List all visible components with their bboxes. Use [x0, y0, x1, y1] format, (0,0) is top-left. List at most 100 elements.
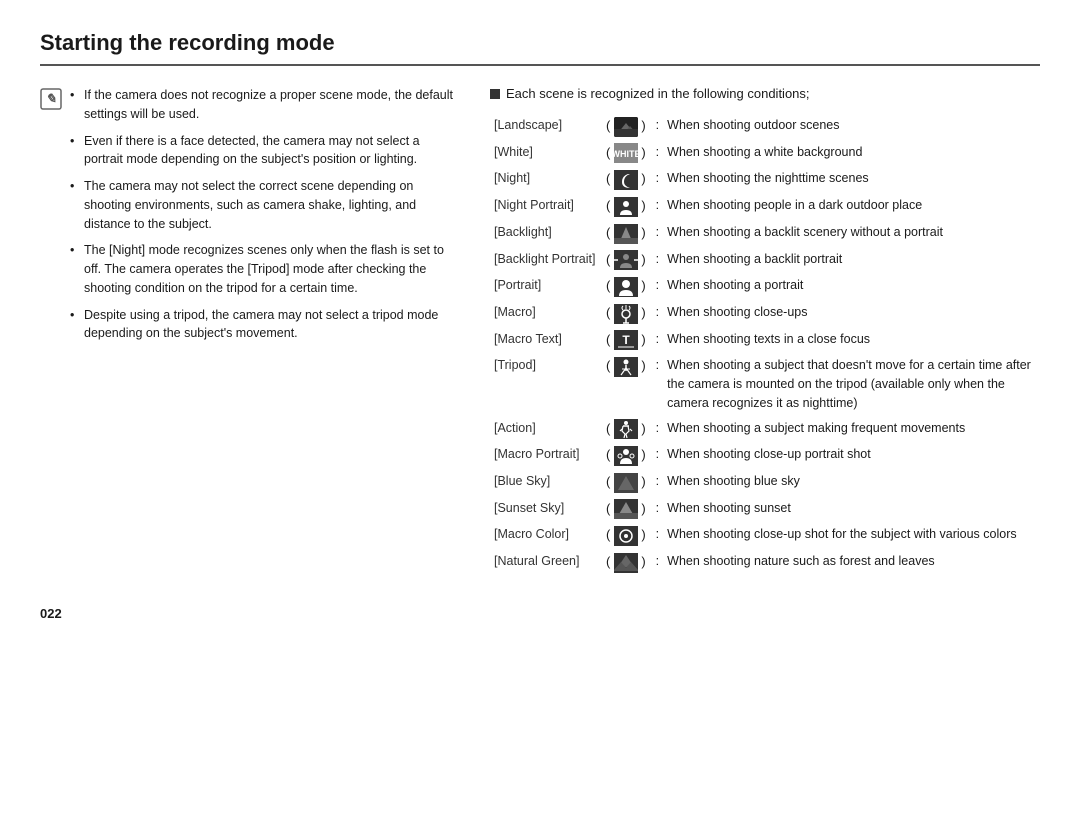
scene-label: [Macro Portrait] — [490, 442, 600, 469]
scene-desc: When shooting sunset — [663, 496, 1040, 523]
macro-portrait-icon — [614, 446, 638, 466]
colon: : — [652, 496, 663, 523]
scene-label: [Action] — [490, 416, 600, 443]
night-portrait-icon — [614, 197, 638, 217]
colon: : — [652, 353, 663, 415]
scene-desc: When shooting the nighttime scenes — [663, 166, 1040, 193]
note-item: The camera may not select the correct sc… — [70, 177, 460, 233]
macro-color-icon — [614, 526, 638, 546]
colon: : — [652, 140, 663, 167]
scene-label: [White] — [490, 140, 600, 167]
scene-row-blue-sky: [Blue Sky] ( ) : When shooting blue sky — [490, 469, 1040, 496]
sunset-sky-icon — [614, 499, 638, 519]
section-header: Each scene is recognized in the followin… — [490, 86, 1040, 101]
scene-row-backlight-portrait: [Backlight Portrait] ( ) : When shooting… — [490, 247, 1040, 274]
scene-desc: When shooting blue sky — [663, 469, 1040, 496]
backlight-portrait-icon — [614, 250, 638, 270]
note-item: The [Night] mode recognizes scenes only … — [70, 241, 460, 297]
section-marker — [490, 89, 500, 99]
scene-icon-cell: ( ) — [600, 166, 652, 193]
scene-label: [Macro Color] — [490, 522, 600, 549]
colon: : — [652, 166, 663, 193]
natural-green-icon — [614, 553, 638, 573]
scene-row-tripod: [Tripod] ( ) : When shooting a subject t… — [490, 353, 1040, 415]
colon: : — [652, 442, 663, 469]
scene-row-macro-portrait: [Macro Portrait] ( ) : When shooting clo… — [490, 442, 1040, 469]
scene-icon-cell: ( ) — [600, 469, 652, 496]
scene-label: [Portrait] — [490, 273, 600, 300]
colon: : — [652, 522, 663, 549]
scene-icon-cell: ( ) — [600, 442, 652, 469]
scene-row-macro-text: [Macro Text] ( T ) : When shooting texts… — [490, 327, 1040, 354]
scene-label: [Sunset Sky] — [490, 496, 600, 523]
scene-row-backlight: [Backlight] ( ) : When shooting a backli… — [490, 220, 1040, 247]
scene-row-portrait: [Portrait] ( ) : When shooting a portrai… — [490, 273, 1040, 300]
scene-icon-cell: ( T ) — [600, 327, 652, 354]
notes-list: If the camera does not recognize a prope… — [70, 86, 460, 351]
scene-icon-cell: ( ) — [600, 220, 652, 247]
scene-label: [Backlight Portrait] — [490, 247, 600, 274]
action-icon — [614, 419, 638, 439]
scene-desc: When shooting texts in a close focus — [663, 327, 1040, 354]
scene-icon-cell: ( ) — [600, 273, 652, 300]
scene-desc: When shooting a subject making frequent … — [663, 416, 1040, 443]
colon: : — [652, 469, 663, 496]
portrait-icon — [614, 277, 638, 297]
scene-table: [Landscape] ( ) : When shooting outdoor … — [490, 113, 1040, 576]
scene-desc: When shooting a white background — [663, 140, 1040, 167]
note-item: Despite using a tripod, the camera may n… — [70, 306, 460, 344]
macro-text-icon: T — [614, 330, 638, 350]
scene-row-landscape: [Landscape] ( ) : When shooting outdoor … — [490, 113, 1040, 140]
scene-label: [Macro] — [490, 300, 600, 327]
colon: : — [652, 113, 663, 140]
night-icon — [614, 170, 638, 190]
scene-icon-cell: ( ) — [600, 522, 652, 549]
scene-desc: When shooting a backlit portrait — [663, 247, 1040, 274]
colon: : — [652, 220, 663, 247]
colon: : — [652, 193, 663, 220]
scene-label: [Backlight] — [490, 220, 600, 247]
scene-desc: When shooting close-up shot for the subj… — [663, 522, 1040, 549]
blue-sky-icon — [614, 473, 638, 493]
scene-label: [Macro Text] — [490, 327, 600, 354]
scene-icon-cell: ( ) — [600, 496, 652, 523]
scene-desc: When shooting close-up portrait shot — [663, 442, 1040, 469]
page-number: 022 — [40, 606, 1040, 621]
scene-icon-cell: ( WHITE ) — [600, 140, 652, 167]
colon: : — [652, 273, 663, 300]
scene-label: [Blue Sky] — [490, 469, 600, 496]
note-item: If the camera does not recognize a prope… — [70, 86, 460, 124]
scene-icon-cell: ( ) — [600, 353, 652, 415]
scene-label: [Night Portrait] — [490, 193, 600, 220]
white-icon: WHITE — [614, 143, 638, 163]
colon: : — [652, 327, 663, 354]
svg-text:WHITE: WHITE — [614, 149, 638, 159]
scene-icon-cell: ( ) — [600, 300, 652, 327]
page-title: Starting the recording mode — [40, 30, 1040, 66]
scene-icon-cell: ( ) — [600, 549, 652, 576]
landscape-icon — [614, 117, 638, 137]
scene-desc: When shooting a backlit scenery without … — [663, 220, 1040, 247]
scene-icon-cell: ( ) — [600, 193, 652, 220]
colon: : — [652, 549, 663, 576]
scene-label: [Natural Green] — [490, 549, 600, 576]
scene-label: [Night] — [490, 166, 600, 193]
scene-desc: When shooting a portrait — [663, 273, 1040, 300]
scene-icon-cell: ( ) — [600, 416, 652, 443]
backlight-icon — [614, 224, 638, 244]
scene-label: [Tripod] — [490, 353, 600, 415]
macro-icon — [614, 304, 638, 324]
scene-row-macro: [Macro] ( ) : When shooting close-ups — [490, 300, 1040, 327]
tripod-icon — [614, 357, 638, 377]
scene-row-night: [Night] ( ) : When shooting the nighttim… — [490, 166, 1040, 193]
scene-label: [Landscape] — [490, 113, 600, 140]
note-icon: ✎ — [40, 88, 62, 351]
scene-row-sunset-sky: [Sunset Sky] ( ) : When shooting sunset — [490, 496, 1040, 523]
note-item: Even if there is a face detected, the ca… — [70, 132, 460, 170]
scene-desc: When shooting close-ups — [663, 300, 1040, 327]
scene-desc: When shooting nature such as forest and … — [663, 549, 1040, 576]
colon: : — [652, 247, 663, 274]
scene-row-natural-green: [Natural Green] ( ) : When shooting natu… — [490, 549, 1040, 576]
scene-desc: When shooting outdoor scenes — [663, 113, 1040, 140]
scene-row-action: [Action] ( ) : When shooting a subject m… — [490, 416, 1040, 443]
